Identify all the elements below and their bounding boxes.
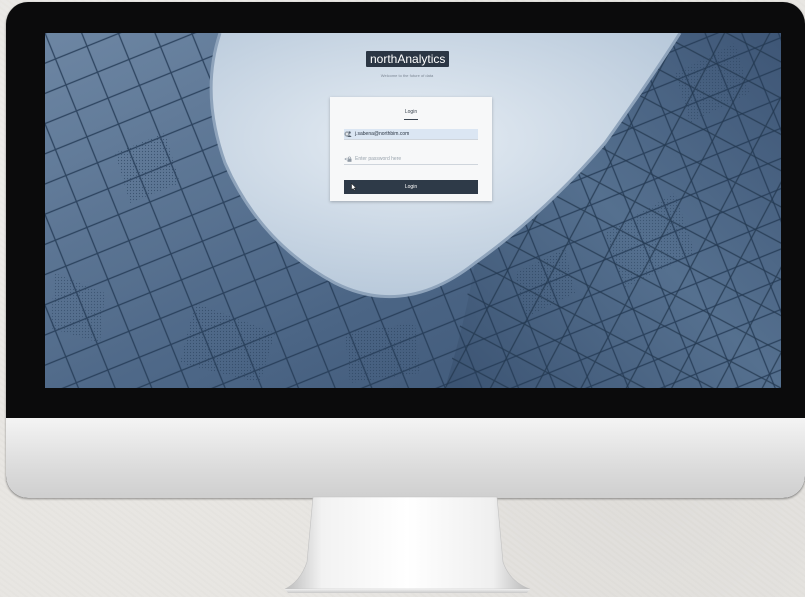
eye-icon[interactable] (344, 156, 350, 162)
screen: northAnalytics Welcome to the future of … (45, 33, 781, 388)
mouse-pointer-icon (351, 183, 357, 191)
close-icon[interactable] (344, 131, 350, 137)
username-value: j.sabena@northbim.com (355, 131, 410, 137)
brand-tagline: Welcome to the future of data (380, 73, 434, 78)
tab-login[interactable]: Login (330, 109, 492, 115)
password-placeholder: Enter password here (355, 156, 402, 162)
tab-login-underline (404, 119, 418, 120)
building-wallpaper (45, 33, 781, 388)
login-button[interactable]: Login (344, 180, 478, 194)
username-field[interactable]: j.sabena@northbim.com (344, 129, 478, 140)
brand-logo: northAnalytics (366, 51, 450, 67)
password-field[interactable]: Enter password here (344, 154, 478, 165)
